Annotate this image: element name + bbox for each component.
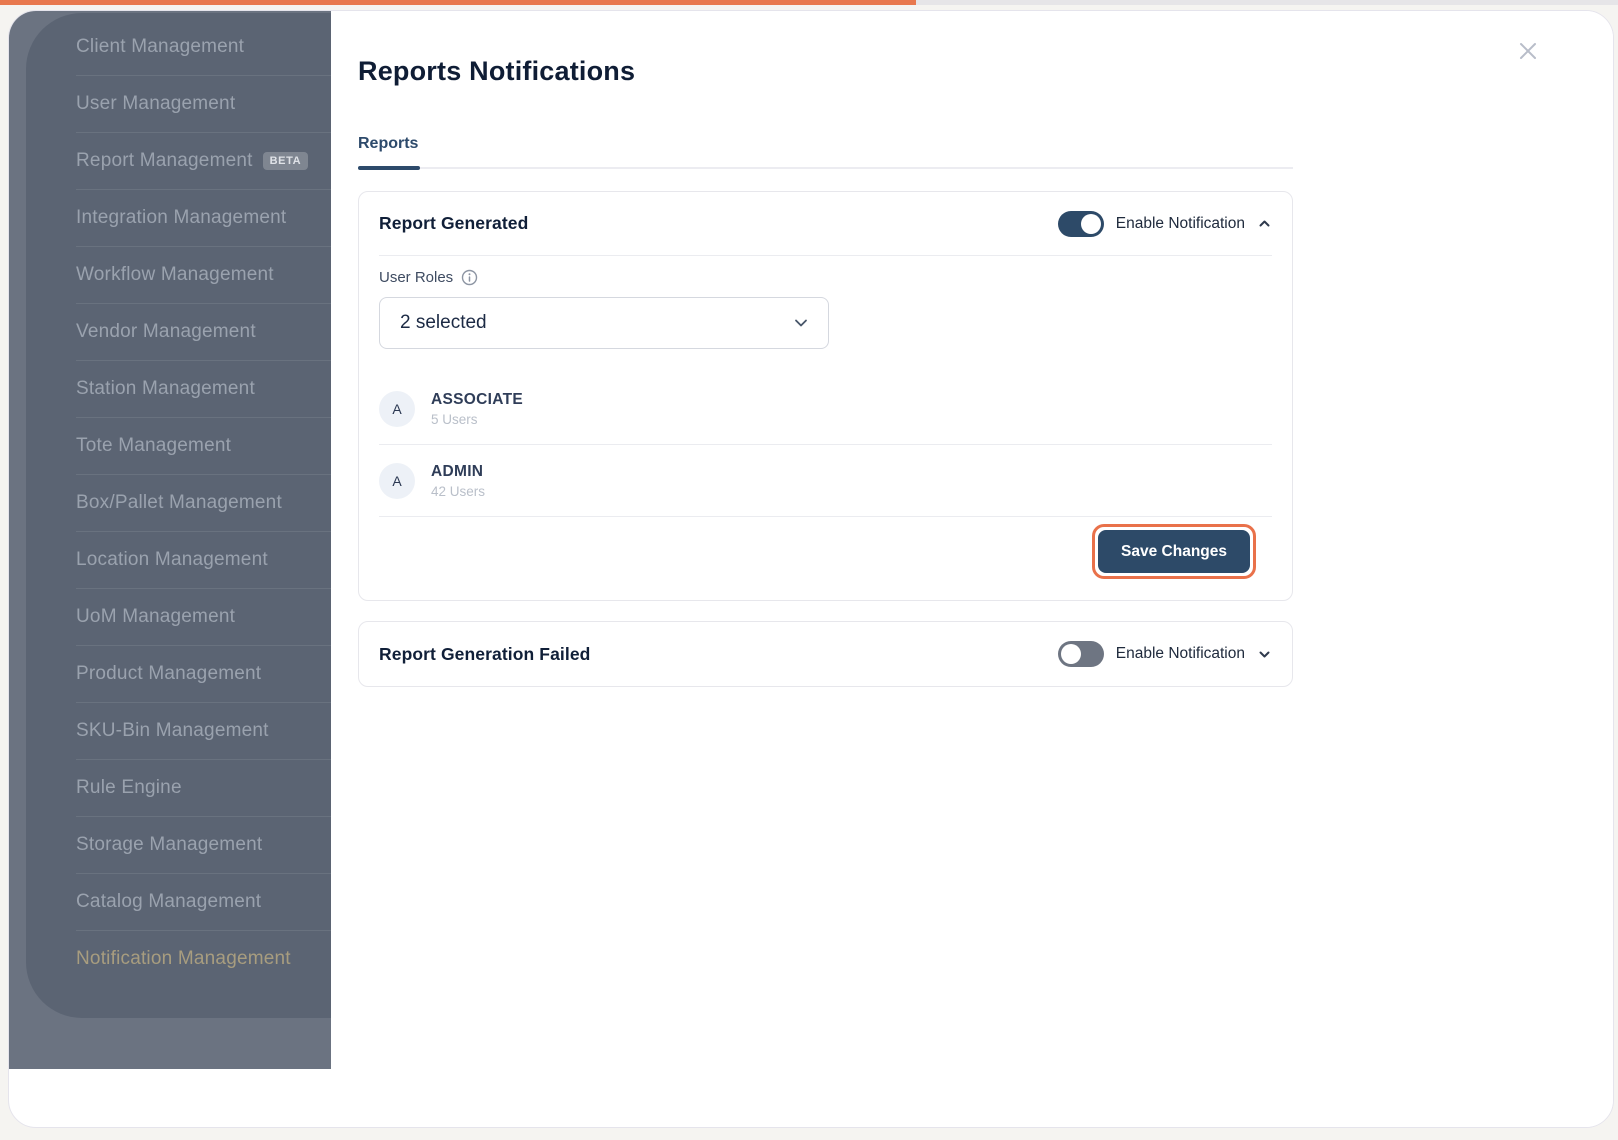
info-icon[interactable] [461,269,478,286]
tab-bar: Reports [358,135,1293,169]
toggle-knob [1061,644,1081,664]
user-roles-label: User Roles [379,269,453,286]
page-progress-fill [0,0,916,5]
save-click-highlight: Save Changes [1092,524,1256,579]
sidebar-item-catalog-management[interactable]: Catalog Management [26,873,331,930]
sidebar-item-label: SKU-Bin Management [76,720,269,742]
section-title: Report Generated [379,213,528,234]
sidebar-item-sku-bin-management[interactable]: SKU-Bin Management [26,702,331,759]
app-card: Client Management User Management Report… [8,10,1614,1128]
sidebar-item-vendor-management[interactable]: Vendor Management [26,303,331,360]
sidebar-item-label: Report Management [76,150,253,172]
chevron-down-icon[interactable] [1257,647,1272,662]
report-generated-header: Report Generated Enable Notification [379,192,1272,256]
sidebar-item-location-management[interactable]: Location Management [26,531,331,588]
role-user-count: 42 Users [431,484,485,499]
role-list-item: A ADMIN 42 Users [379,445,1272,517]
reports-notifications-modal: Reports Notifications Reports Report Gen… [331,11,1613,1127]
sidebar-item-label: Catalog Management [76,891,261,913]
page-title: Reports Notifications [358,56,635,87]
sidebar-item-label: Rule Engine [76,777,182,799]
section-title: Report Generation Failed [379,644,590,665]
sidebar-item-label: Integration Management [76,207,286,229]
sidebar-overlay-region: Client Management User Management Report… [9,11,331,1069]
sidebar-item-station-management[interactable]: Station Management [26,360,331,417]
sidebar-item-label: Notification Management [76,948,291,970]
sidebar-item-uom-management[interactable]: UoM Management [26,588,331,645]
enable-notification-toggle[interactable] [1058,211,1104,237]
role-name: ADMIN [431,463,485,481]
sidebar-item-label: UoM Management [76,606,235,628]
toggle-knob [1081,214,1101,234]
toggle-cluster: Enable Notification [1058,641,1272,667]
report-generation-failed-card: Report Generation Failed Enable Notifica… [358,621,1293,687]
sidebar-item-label: Location Management [76,549,268,571]
role-list-item: A ASSOCIATE 5 Users [379,373,1272,445]
role-name: ASSOCIATE [431,391,523,409]
sidebar-item-label: Client Management [76,36,244,58]
avatar: A [379,463,415,499]
toggle-cluster: Enable Notification [1058,211,1272,237]
sidebar-item-label: Box/Pallet Management [76,492,282,514]
tab-reports[interactable]: Reports [358,135,420,167]
sidebar-item-storage-management[interactable]: Storage Management [26,816,331,873]
sidebar-menu: Client Management User Management Report… [26,13,331,1018]
sidebar-item-notification-management[interactable]: Notification Management [26,930,331,987]
sidebar-item-product-management[interactable]: Product Management [26,645,331,702]
sidebar-item-client-management[interactable]: Client Management [26,18,331,75]
sidebar-item-label: Vendor Management [76,321,256,343]
sidebar-item-user-management[interactable]: User Management [26,75,331,132]
report-generated-body: User Roles 2 selected [359,256,1292,579]
sidebar-item-label: Storage Management [76,834,262,856]
enable-notification-toggle[interactable] [1058,641,1104,667]
chevron-down-icon [792,314,810,332]
enable-notification-label: Enable Notification [1116,215,1245,233]
page-progress-track [0,0,1618,5]
sidebar-item-label: User Management [76,93,235,115]
report-generated-card: Report Generated Enable Notification Use… [358,191,1293,601]
dropdown-selected-value: 2 selected [400,312,487,334]
sidebar-item-label: Product Management [76,663,261,685]
save-changes-button[interactable]: Save Changes [1098,530,1250,573]
enable-notification-label: Enable Notification [1116,645,1245,663]
sidebar-item-report-management[interactable]: Report Management BETA [26,132,331,189]
avatar: A [379,391,415,427]
sidebar-item-label: Station Management [76,378,255,400]
close-icon[interactable] [1515,38,1541,64]
sidebar-item-rule-engine[interactable]: Rule Engine [26,759,331,816]
chevron-up-icon[interactable] [1257,216,1272,231]
user-roles-dropdown[interactable]: 2 selected [379,297,829,349]
sidebar-item-label: Workflow Management [76,264,274,286]
selected-roles-list: A ASSOCIATE 5 Users A ADMIN 42 Users [379,373,1272,517]
role-user-count: 5 Users [431,412,523,427]
user-roles-row: User Roles [379,266,1272,288]
sidebar-item-workflow-management[interactable]: Workflow Management [26,246,331,303]
beta-badge: BETA [263,152,309,170]
sidebar-item-integration-management[interactable]: Integration Management [26,189,331,246]
sidebar-item-box-pallet-management[interactable]: Box/Pallet Management [26,474,331,531]
save-row: Save Changes [379,524,1272,579]
sidebar-item-tote-management[interactable]: Tote Management [26,417,331,474]
sidebar-item-label: Tote Management [76,435,231,457]
